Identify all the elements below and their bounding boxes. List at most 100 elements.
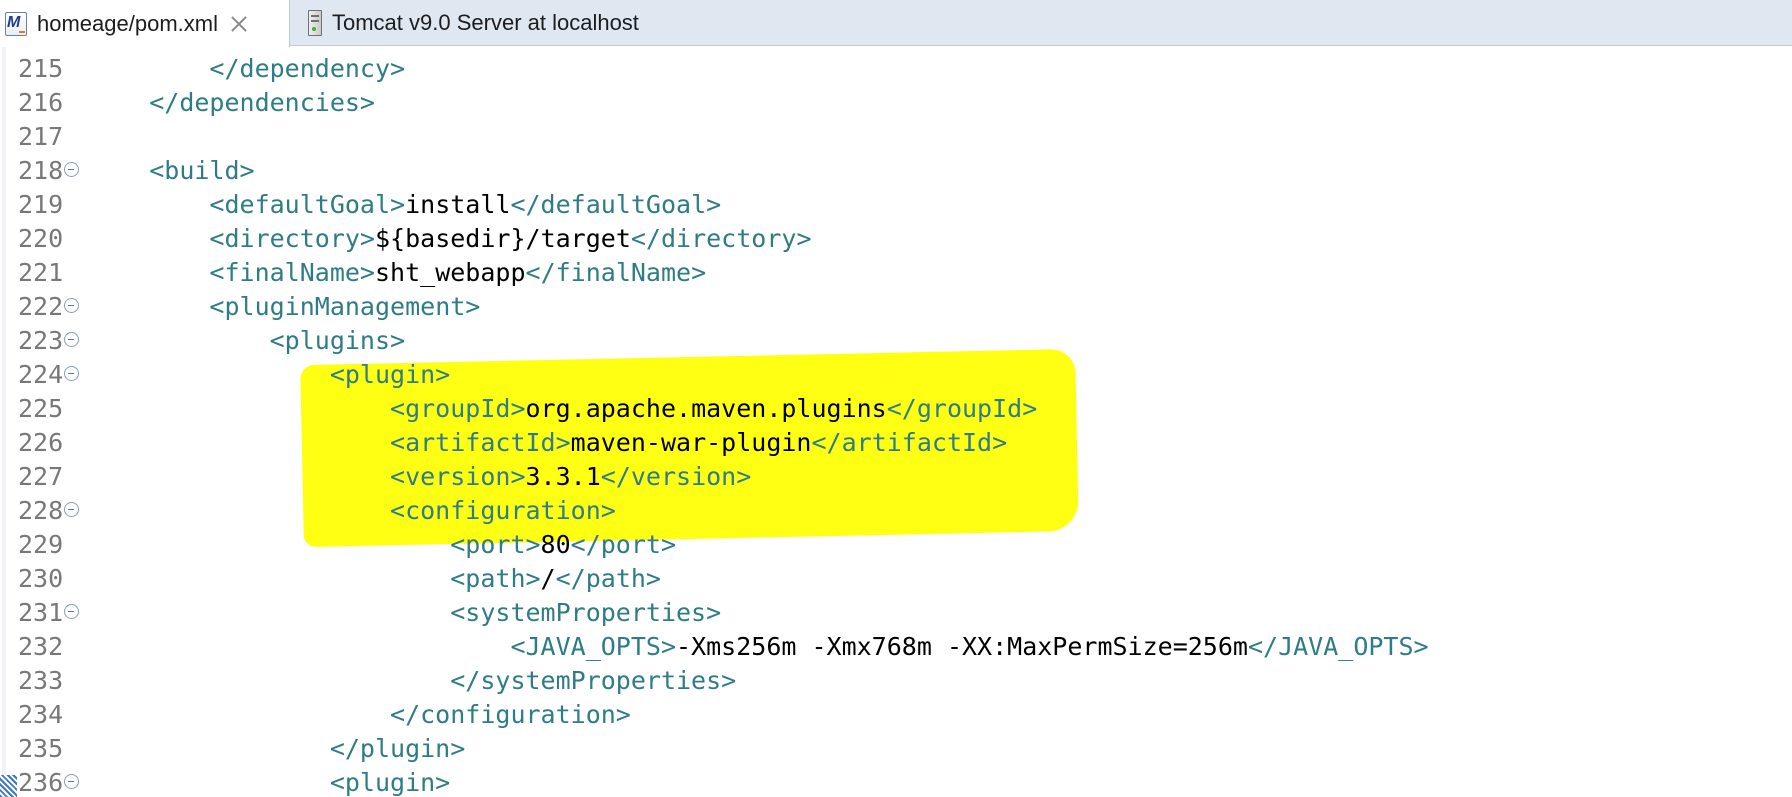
fold-collapse-icon[interactable] [64, 366, 79, 381]
xml-tag: <artifactId> [390, 428, 571, 457]
code-text: <version>3.3.1</version> [89, 460, 751, 494]
line-number: 230 [18, 564, 64, 593]
fold-collapse-icon[interactable] [64, 774, 79, 789]
xml-text: sht_webapp [375, 258, 526, 287]
code-line[interactable]: 228 <configuration> [0, 494, 1792, 528]
code-line[interactable]: 229 <port>80</port> [0, 528, 1792, 562]
quick-diff-marker [0, 775, 17, 797]
code-line[interactable]: 215 </dependency> [0, 52, 1792, 86]
line-number: 219 [18, 190, 64, 219]
line-number: 228 [18, 496, 64, 525]
xml-tag: </configuration> [390, 700, 631, 729]
code-line[interactable]: 219 <defaultGoal>install</defaultGoal> [0, 188, 1792, 222]
code-area[interactable]: 215 </dependency> 216 </dependencies> 217 2… [0, 52, 1792, 797]
code-text: <JAVA_OPTS>-Xms256m -Xmx768m -XX:MaxPerm… [89, 630, 1428, 664]
tab-pom-xml[interactable]: M homeage/pom.xml [0, 0, 290, 47]
code-text: <finalName>sht_webapp</finalName> [89, 256, 706, 290]
code-line[interactable]: 223 <plugins> [0, 324, 1792, 358]
line-number: 233 [18, 666, 64, 695]
code-line[interactable]: 221 <finalName>sht_webapp</finalName> [0, 256, 1792, 290]
line-number: 236 [18, 768, 64, 797]
xml-text: maven-war-plugin [570, 428, 812, 457]
code-text: </dependency> [89, 52, 405, 86]
line-number: 215 [18, 54, 64, 83]
code-line[interactable]: 224 <plugin> [0, 358, 1792, 392]
xml-tag: </directory> [630, 224, 812, 253]
xml-tag: </plugin> [329, 734, 466, 763]
xml-tag: </path> [555, 564, 661, 593]
xml-tag: <path> [450, 564, 541, 593]
code-line[interactable]: 227 <version>3.3.1</version> [0, 460, 1792, 494]
editor-tab-bar: M homeage/pom.xml Tomcat v9.0 Server at … [0, 0, 1792, 47]
xml-tag: </version> [600, 462, 752, 491]
maven-pom-icon: M [5, 11, 27, 36]
code-line[interactable]: 217 [0, 120, 1792, 154]
fold-collapse-icon[interactable] [64, 604, 79, 619]
code-text: <plugin> [89, 766, 450, 797]
xml-tag: <finalName> [209, 258, 375, 287]
server-icon [308, 10, 322, 36]
fold-collapse-icon[interactable] [64, 298, 79, 313]
close-icon[interactable] [230, 15, 248, 33]
code-line[interactable]: 235 </plugin> [0, 732, 1792, 766]
code-line[interactable]: 222 <pluginManagement> [0, 290, 1792, 324]
code-line[interactable]: 218 <build> [0, 154, 1792, 188]
code-line[interactable]: 234 </configuration> [0, 698, 1792, 732]
code-line[interactable]: 231 <systemProperties> [0, 596, 1792, 630]
code-text: <build> [89, 154, 254, 188]
code-line[interactable]: 220 <directory>${basedir}/target</direct… [0, 222, 1792, 256]
code-line[interactable]: 226 <artifactId>maven-war-plugin</artifa… [0, 426, 1792, 460]
code-line[interactable]: 233 </systemProperties> [0, 664, 1792, 698]
xml-text: / [540, 564, 556, 593]
xml-tag: <pluginManagement> [209, 292, 481, 321]
xml-tag: <directory> [209, 224, 375, 253]
line-number: 235 [18, 734, 64, 763]
code-text: <directory>${basedir}/target</directory> [89, 222, 812, 256]
xml-tag: <systemProperties> [450, 598, 722, 627]
code-line[interactable]: 232 <JAVA_OPTS>-Xms256m -Xmx768m -XX:Max… [0, 630, 1792, 664]
line-number: 232 [18, 632, 64, 661]
line-number: 227 [18, 462, 64, 491]
line-number: 225 [18, 394, 64, 423]
line-number: 222 [18, 292, 64, 321]
line-number: 224 [18, 360, 64, 389]
code-line[interactable]: 230 <path>/</path> [0, 562, 1792, 596]
code-text: <plugins> [89, 324, 405, 358]
xml-editor[interactable]: 215 </dependency> 216 </dependencies> 217 2… [0, 47, 1792, 797]
code-line[interactable]: 216 </dependencies> [0, 86, 1792, 120]
code-line[interactable]: 225 <groupId>org.apache.maven.plugins</g… [0, 392, 1792, 426]
code-text: <pluginManagement> [89, 290, 480, 324]
fold-collapse-icon[interactable] [64, 332, 79, 347]
line-number: 220 [18, 224, 64, 253]
xml-tag: </dependency> [209, 54, 406, 83]
xml-tag: <defaultGoal> [209, 190, 406, 219]
code-text: </dependencies> [89, 86, 375, 120]
xml-tag: </dependencies> [149, 88, 375, 117]
xml-tag: <plugin> [329, 768, 451, 797]
code-text: </plugin> [89, 732, 465, 766]
fold-collapse-icon[interactable] [64, 502, 79, 517]
code-line[interactable]: 236 <plugin> [0, 766, 1792, 797]
xml-tag: <plugin> [329, 360, 451, 389]
tab-tomcat-server[interactable]: Tomcat v9.0 Server at localhost [292, 0, 712, 46]
code-text: </systemProperties> [89, 664, 736, 698]
line-number: 234 [18, 700, 64, 729]
fold-collapse-icon[interactable] [64, 162, 79, 177]
line-number: 217 [18, 122, 64, 151]
xml-tag: </defaultGoal> [510, 190, 722, 219]
xml-tag: <groupId> [390, 394, 526, 423]
xml-tag: <plugins> [269, 326, 406, 355]
